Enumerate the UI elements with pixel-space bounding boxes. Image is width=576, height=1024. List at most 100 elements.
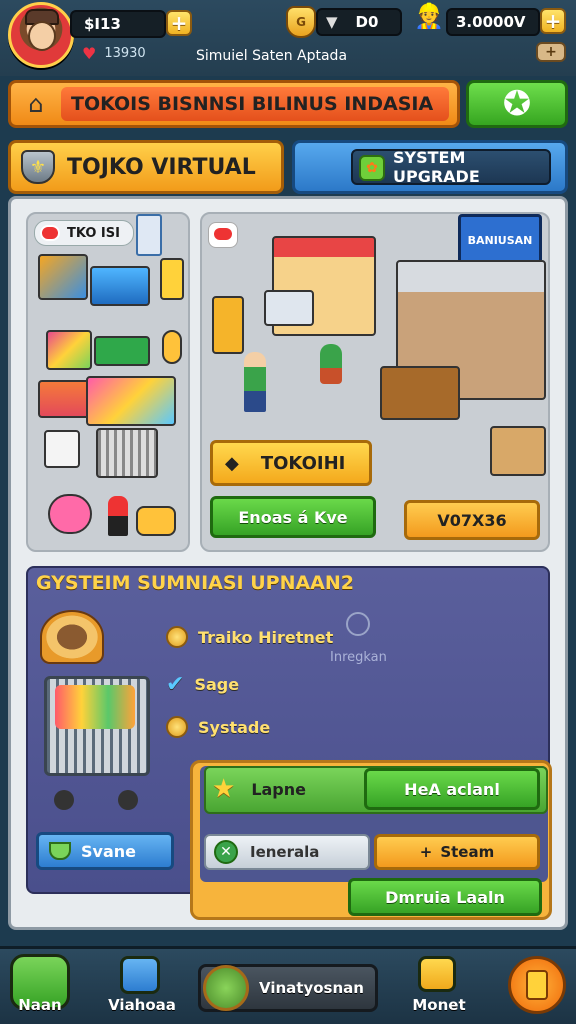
store-sign-text: BANIUSAN bbox=[467, 233, 533, 247]
star-button[interactable]: ✪ bbox=[466, 80, 568, 128]
snacks-icon bbox=[46, 330, 92, 370]
cart-wheel-icon bbox=[54, 790, 74, 810]
cart-icon bbox=[96, 428, 158, 478]
phone-icon bbox=[526, 970, 548, 1000]
enoas-button[interactable]: Enoas á Kve bbox=[210, 496, 376, 538]
scale-icon bbox=[44, 430, 80, 468]
plus-icon: + bbox=[419, 843, 433, 861]
sub-stat: ♥ 13930 bbox=[82, 44, 146, 63]
cash-register-icon bbox=[264, 290, 314, 326]
sim-item-label: Traiko Hiretnet bbox=[198, 627, 334, 647]
player-avatar[interactable] bbox=[8, 2, 74, 68]
sim-item-sage: ✔ Sage bbox=[166, 672, 239, 697]
nav-label-naan: Naan bbox=[18, 996, 62, 1014]
check-icon: ✔ bbox=[166, 672, 185, 697]
shield-badge-icon: G bbox=[286, 6, 316, 38]
plant-icon bbox=[320, 344, 342, 384]
v07x36-button-label: V07X36 bbox=[437, 510, 507, 530]
ienerala-label: Ienerala bbox=[250, 843, 320, 861]
lapne-label: ★ Lapne bbox=[212, 774, 306, 804]
tag-badge-icon bbox=[208, 222, 238, 248]
upgrade-label-box: ✿ SYSTEM UPGRADE bbox=[351, 148, 551, 186]
ienerala-button[interactable]: ✕ Ienerala bbox=[204, 834, 370, 870]
bag-icon bbox=[120, 956, 160, 994]
svane-button[interactable]: Svane bbox=[36, 832, 174, 870]
money-value: $I13 bbox=[84, 15, 121, 33]
sim-hint: Inregkan bbox=[330, 650, 387, 665]
price-board-icon bbox=[136, 214, 162, 256]
table-icon bbox=[380, 366, 460, 420]
tab-upgrade-label: SYSTEM UPGRADE bbox=[393, 148, 480, 186]
nav-item-viahoaa[interactable] bbox=[120, 956, 160, 994]
nav-label-vinatyosnan: Vinatyosnan bbox=[259, 979, 364, 997]
sub-stat-value: 13930 bbox=[104, 46, 146, 61]
title-banner: ⌂ TOKOIS BISNNSI BILINUS INDASIA bbox=[8, 80, 460, 128]
coin-stack-icon bbox=[162, 330, 182, 364]
coin-badge-icon bbox=[203, 965, 249, 1011]
gem-value: D0 bbox=[355, 13, 379, 31]
sim-item-label: Sage bbox=[194, 675, 240, 694]
sign-stand-icon bbox=[160, 258, 184, 300]
home-icon[interactable]: ⌂ bbox=[19, 87, 53, 121]
display-table-icon bbox=[86, 376, 176, 426]
lightbulb-icon bbox=[346, 612, 370, 636]
toko-button[interactable]: ◆ TOKOIHI bbox=[210, 440, 372, 486]
add-money-button[interactable]: + bbox=[166, 10, 192, 36]
enoas-button-label: Enoas á Kve bbox=[238, 507, 348, 527]
sim-item-label: Systade bbox=[198, 717, 271, 737]
cardboard-boxes-icon bbox=[212, 296, 244, 354]
tab-system-upgrade[interactable]: ✿ SYSTEM UPGRADE bbox=[292, 140, 568, 194]
tab-toko-label: TOJKO VIRTUAL bbox=[67, 154, 256, 180]
coins-icon bbox=[136, 506, 176, 536]
worker-icon: 👷 bbox=[414, 2, 444, 30]
v07x36-button[interactable]: V07X36 bbox=[404, 500, 540, 540]
steam-button[interactable]: + Steam bbox=[374, 834, 540, 870]
leaf-icon: ✕ bbox=[214, 840, 238, 864]
coin-icon bbox=[166, 716, 188, 738]
goods-label: TKO ISI bbox=[34, 220, 134, 246]
store-sign: BANIUSAN bbox=[458, 214, 542, 266]
banner-title: TOKOIS BISNNSI BILINUS INDASIA bbox=[61, 87, 449, 121]
green-bin-icon bbox=[94, 336, 150, 366]
face-icon bbox=[28, 21, 56, 51]
cake-icon bbox=[48, 494, 92, 534]
boxes-icon bbox=[38, 254, 88, 300]
shopping-cart-icon bbox=[44, 676, 150, 776]
nav-label-monet: Monet bbox=[412, 996, 466, 1014]
nav-item-monet[interactable] bbox=[418, 956, 456, 992]
coin-icon bbox=[166, 626, 188, 648]
nav-label-viahoaa: Viahoaa bbox=[108, 996, 176, 1014]
money-counter: $I13 bbox=[70, 10, 166, 38]
shield-icon: ⚜ bbox=[21, 150, 55, 184]
upgrade-icon: ✿ bbox=[359, 155, 385, 181]
stacked-crates-icon bbox=[490, 426, 546, 476]
shopkeeper-figure-icon bbox=[244, 352, 266, 412]
simulation-title: GYSTEIM SUMNIASI UPNAAN2 bbox=[36, 572, 354, 594]
lapne-label-text: Lapne bbox=[251, 779, 306, 799]
add-coins-button[interactable]: + bbox=[540, 8, 566, 34]
sim-item-systade: Systade bbox=[166, 716, 270, 738]
star-icon: ★ bbox=[212, 774, 236, 804]
tab-toko-virtual[interactable]: ⚜ TOJKO VIRTUAL bbox=[8, 140, 284, 194]
bowl-icon bbox=[49, 842, 71, 860]
coin-value: 3.0000V bbox=[456, 13, 526, 31]
toko-button-label: TOKOIHI bbox=[260, 452, 346, 474]
trophy-icon bbox=[418, 956, 456, 992]
bread-crate-icon bbox=[90, 266, 150, 306]
heart-icon: ♥ bbox=[82, 44, 97, 63]
star-icon: ✪ bbox=[502, 84, 532, 124]
dmruia-laaln-label: Dmruia Laaln bbox=[385, 887, 505, 907]
dmruia-laaln-button[interactable]: Dmruia Laaln bbox=[348, 878, 542, 916]
svane-button-label: Svane bbox=[81, 841, 136, 861]
sim-item-traiko: Traiko Hiretnet bbox=[166, 626, 333, 648]
hea-aclanl-button[interactable]: HeA aclanl bbox=[364, 768, 540, 810]
diamond-icon: ◆ bbox=[225, 452, 239, 474]
coffee-cup-icon bbox=[40, 610, 104, 664]
filter-icon: ▼ bbox=[326, 13, 338, 31]
hea-aclanl-label: HeA aclanl bbox=[404, 779, 500, 799]
small-add-button[interactable]: + bbox=[536, 42, 566, 62]
menu-button[interactable] bbox=[508, 956, 566, 1014]
shopper-figure-icon bbox=[108, 496, 128, 536]
nav-item-vinatyosnan[interactable]: Vinatyosnan bbox=[198, 964, 378, 1012]
tag-icon bbox=[40, 225, 60, 241]
